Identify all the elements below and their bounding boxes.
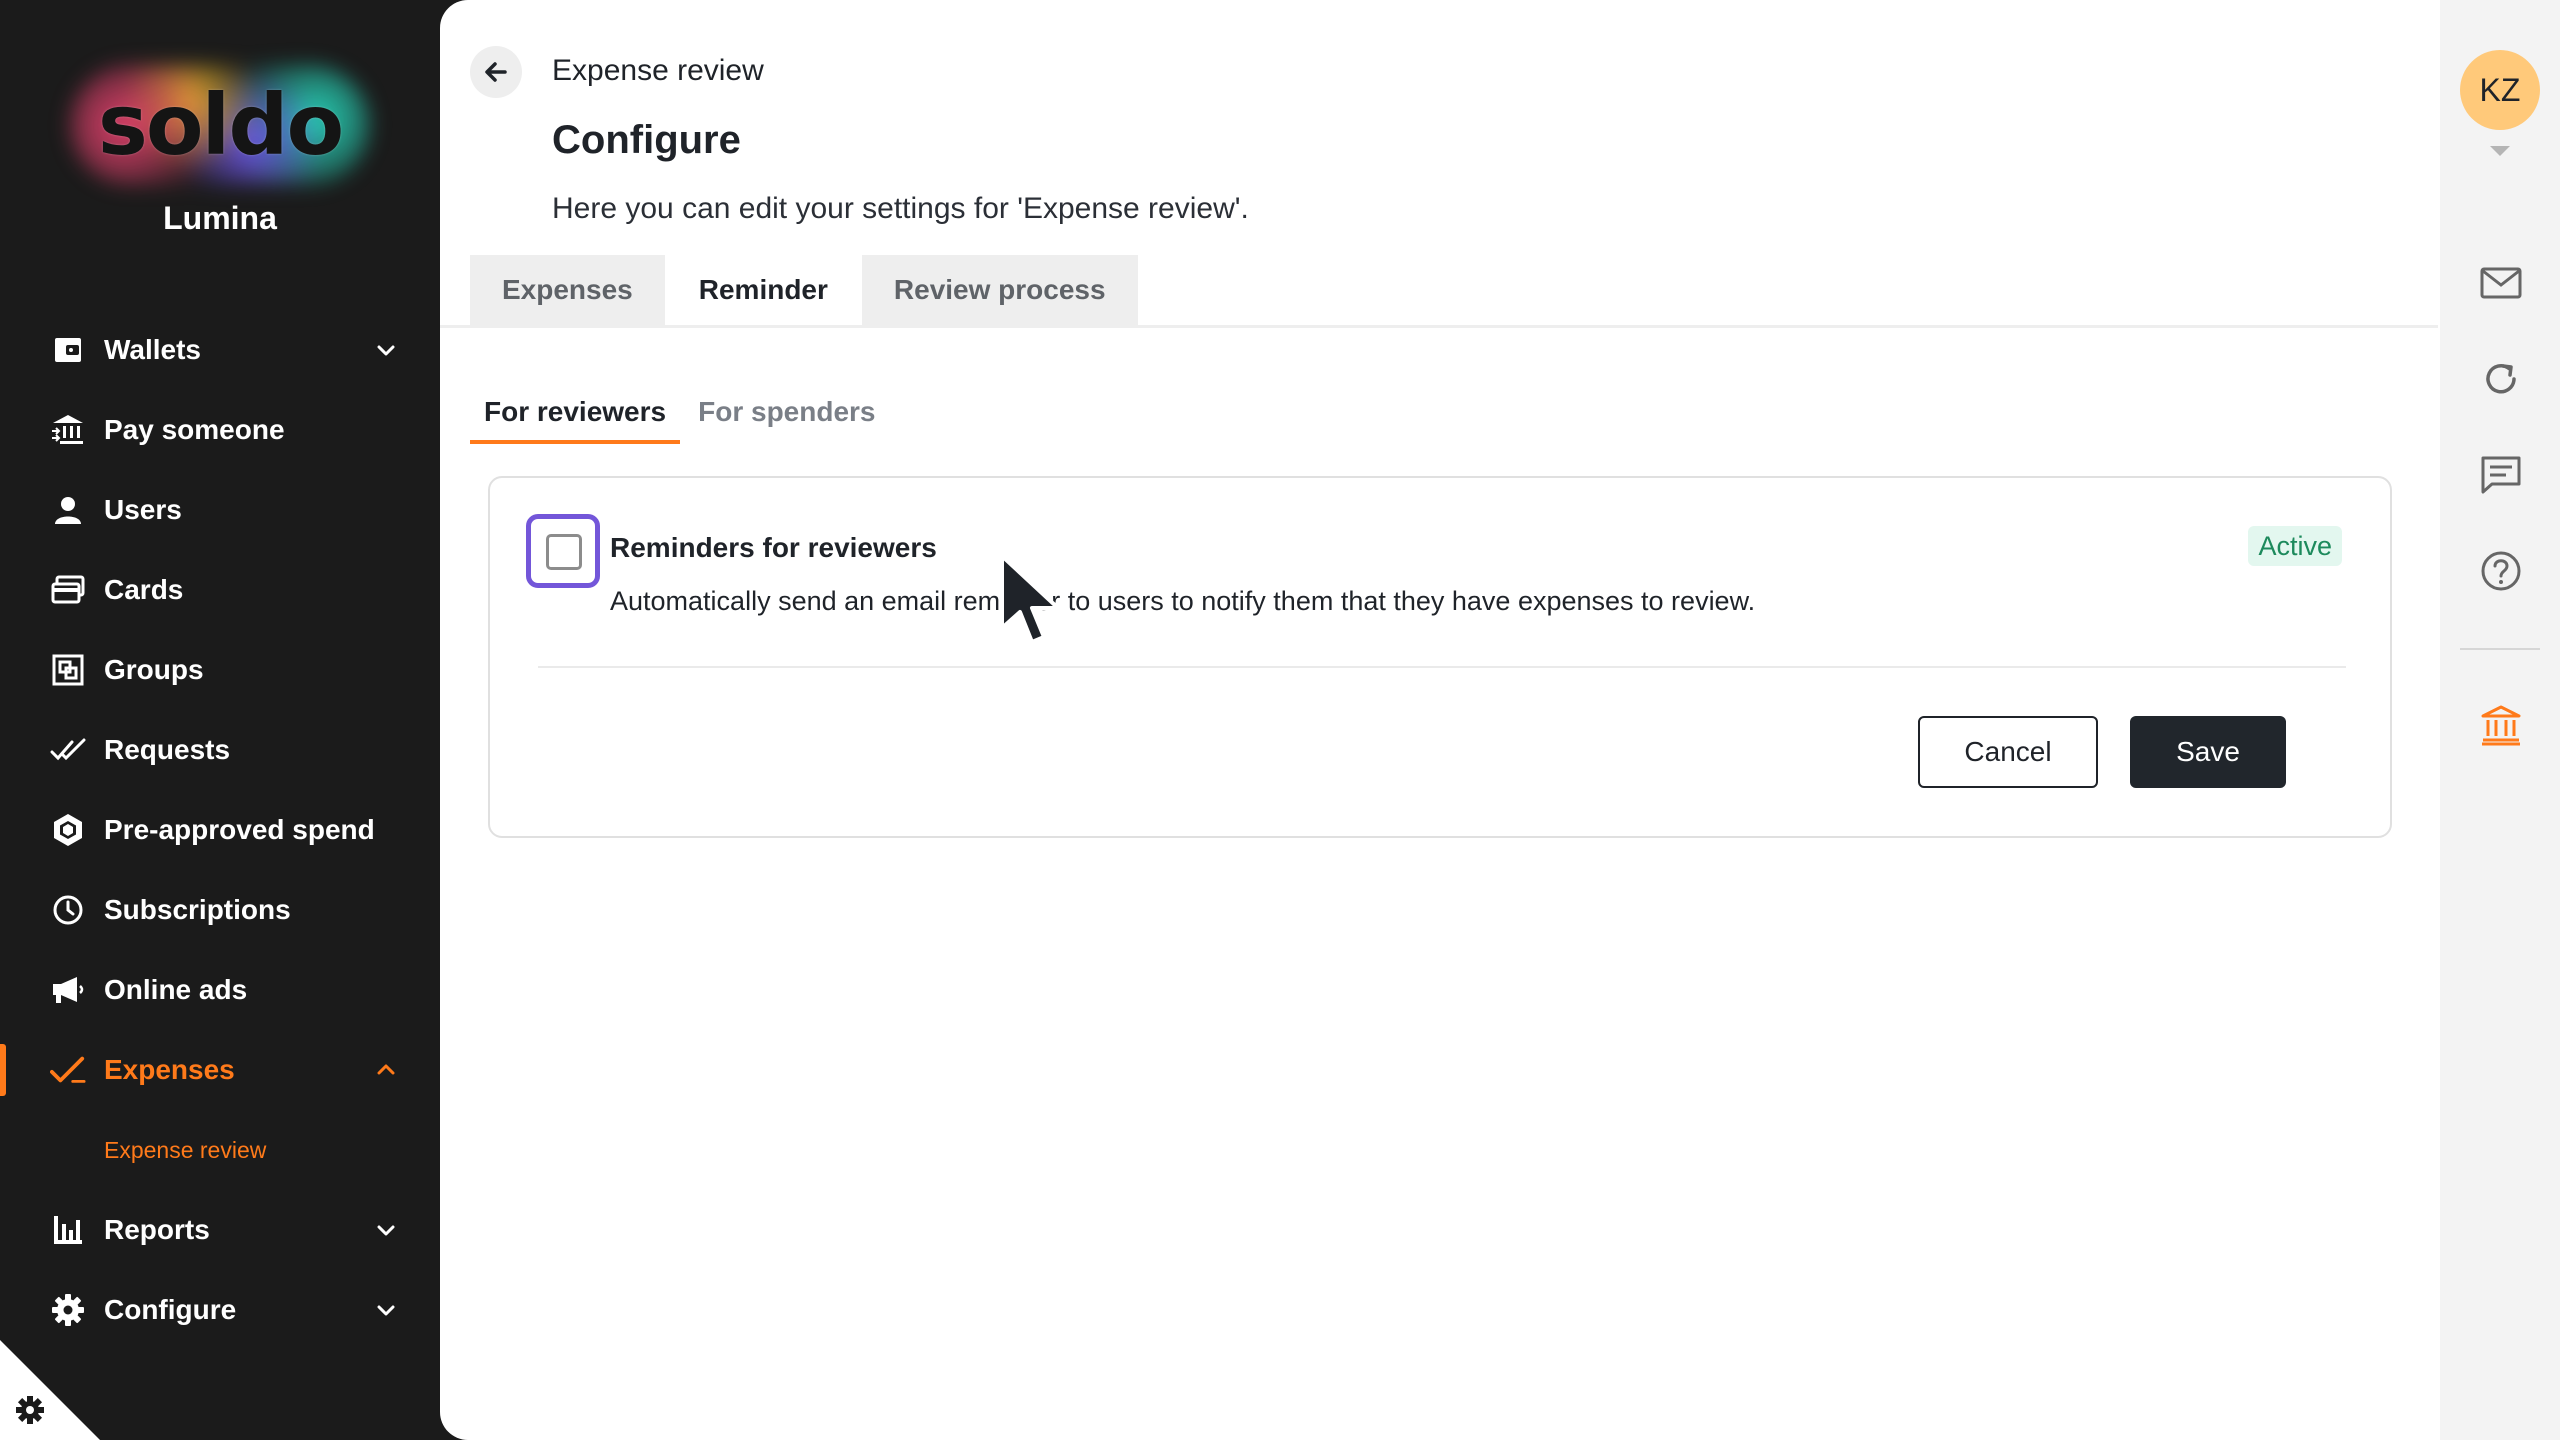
reminders-checkbox[interactable] [546,534,582,570]
bank-transfer-icon [50,412,86,448]
sidebar-item-pre-approved-spend[interactable]: Pre-approved spend [0,790,440,870]
sidebar-item-pay-someone[interactable]: Pay someone [0,390,440,470]
sidebar-item-label: Subscriptions [104,894,291,925]
chevron-down-icon[interactable] [372,336,400,364]
subtab-bar: For reviewers For spenders [470,382,894,444]
sidebar-item-users[interactable]: Users [0,470,440,550]
tab-divider [440,325,2438,328]
groups-icon [50,652,86,688]
mail-icon[interactable] [2478,260,2524,306]
chat-icon[interactable] [2478,452,2524,498]
hexagon-icon [50,812,86,848]
sidebar-subitem-expense-review[interactable]: Expense review [0,1110,440,1190]
avatar[interactable]: KZ [2460,50,2540,130]
wallet-icon [50,332,86,368]
settings-gear-icon[interactable] [0,1340,100,1440]
subtab-for-reviewers[interactable]: For reviewers [470,382,681,444]
sidebar-item-label: Reports [104,1214,210,1245]
check-pen-icon [50,1052,86,1088]
gear-icon [50,1292,86,1328]
sidebar-item-groups[interactable]: Groups [0,630,440,710]
sidebar-nav: Wallets Pay someone Users Cards Groups R… [0,310,440,1350]
sidebar-item-label: Requests [104,734,231,765]
bar-chart-icon [50,1212,86,1248]
reminder-settings-card: Reminders for reviewers Automatically se… [488,476,2392,838]
sidebar-item-cards[interactable]: Cards [0,550,440,630]
save-button[interactable]: Save [2130,716,2286,788]
arrow-left-icon [485,62,507,82]
sidebar-item-label: Wallets [104,334,201,365]
sidebar-item-expenses[interactable]: Expenses [0,1030,440,1110]
sidebar-item-label: Users [104,494,182,525]
organization-name: Lumina [163,200,277,236]
cancel-button[interactable]: Cancel [1918,716,2098,788]
sidebar-item-label: Pre-approved spend [104,814,375,845]
soldo-logo[interactable]: soldo [60,55,380,195]
page-title: Configure [552,118,741,162]
sidebar-item-requests[interactable]: Requests [0,710,440,790]
sidebar-item-label: Online ads [104,974,248,1005]
rail-divider [2460,648,2540,650]
tab-reminder[interactable]: Reminder [666,255,862,325]
user-icon [50,492,86,528]
sidebar-item-online-ads[interactable]: Online ads [0,950,440,1030]
sidebar-item-label: Expenses [104,1054,235,1085]
chevron-down-icon[interactable] [372,1216,400,1244]
sidebar-item-label: Cards [104,574,184,605]
caret-down-icon[interactable] [2490,146,2510,156]
chevron-up-icon[interactable] [372,1056,400,1084]
sidebar-item-configure[interactable]: Configure [0,1270,440,1350]
sidebar-item-label: Configure [104,1294,237,1325]
sidebar: soldo Lumina Wallets Pay someone Users C… [0,0,440,1440]
logo-wordmark: soldo [97,76,344,174]
megaphone-icon [50,972,86,1008]
sidebar-item-wallets[interactable]: Wallets [0,310,440,390]
sidebar-item-subscriptions[interactable]: Subscriptions [0,870,440,950]
subtab-for-spenders[interactable]: For spenders [684,382,889,444]
tab-bar: Expenses Reminder Review process [470,255,1140,325]
bank-icon[interactable] [2478,702,2524,748]
chevron-down-icon[interactable] [372,1296,400,1324]
sidebar-item-label: Pay someone [104,414,285,445]
help-icon[interactable] [2478,548,2524,594]
clock-icon [50,892,86,928]
reminder-title: Reminders for reviewers [610,532,937,563]
cards-icon [50,572,86,608]
sidebar-item-label: Groups [104,654,204,685]
page-description: Here you can edit your settings for 'Exp… [552,192,1249,225]
sidebar-item-reports[interactable]: Reports [0,1190,440,1270]
reminder-description: Automatically send an email reminder to … [610,586,1756,616]
back-button[interactable] [470,46,522,98]
double-check-icon [50,732,86,768]
right-rail: KZ [2440,0,2560,1440]
tab-expenses[interactable]: Expenses [470,255,667,325]
tab-review-process[interactable]: Review process [861,255,1140,325]
card-divider [538,666,2346,668]
refresh-icon[interactable] [2478,356,2524,402]
status-badge: Active [2248,526,2342,566]
breadcrumb: Expense review [552,54,764,87]
main-content: Expense review Configure Here you can ed… [440,0,2440,1440]
